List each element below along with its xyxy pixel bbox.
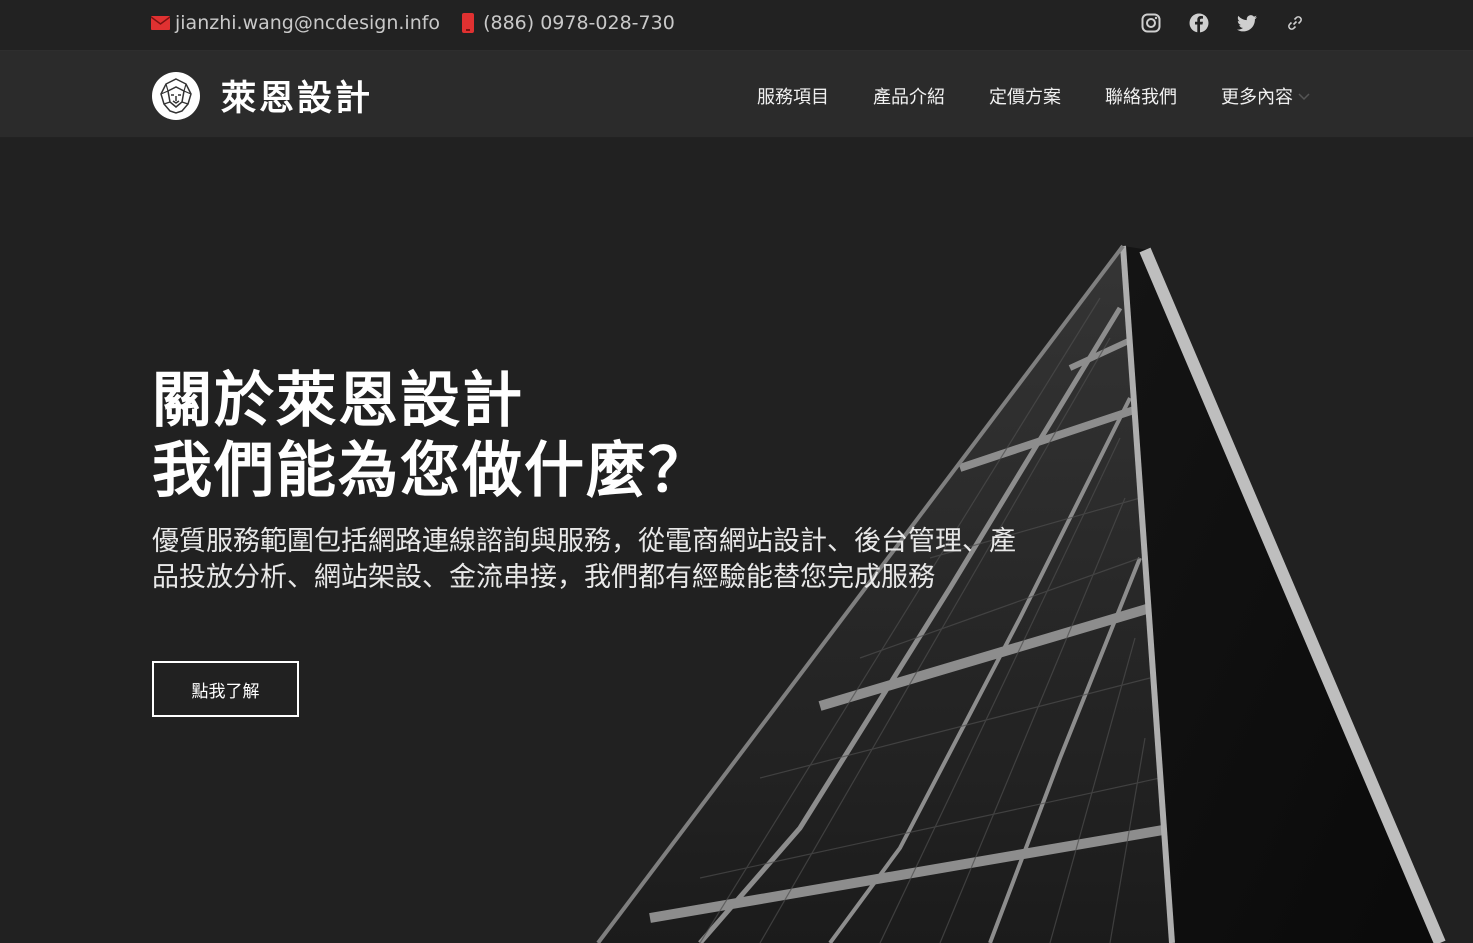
instagram-icon[interactable] [1141,13,1161,33]
nav-menu: 服務項目 產品介紹 定價方案 聯絡我們 更多內容 [757,83,1311,109]
nav-item-services[interactable]: 服務項目 [757,83,829,109]
link-icon[interactable] [1285,13,1305,33]
brand-home-link[interactable]: 萊恩設計 [152,70,373,121]
email-text: jianzhi.wang@ncdesign.info [175,12,441,34]
twitter-icon[interactable] [1237,13,1257,33]
facebook-icon[interactable] [1189,13,1209,33]
nav-item-contact[interactable]: 聯絡我們 [1105,83,1177,109]
main-navbar: 萊恩設計 服務項目 產品介紹 定價方案 聯絡我們 更多內容 [0,51,1473,137]
envelope-icon [151,16,170,30]
lion-logo-icon [152,71,200,120]
nav-more-label: 更多內容 [1221,87,1293,108]
social-links [1141,13,1305,33]
top-bar: jianzhi.wang@ncdesign.info (886) 0978-02… [0,0,1473,51]
contact-info: jianzhi.wang@ncdesign.info (886) 0978-02… [151,12,695,34]
hero-title-line2: 我們能為您做什麼？ [152,436,710,506]
chevron-down-icon [1293,91,1311,101]
nav-item-more[interactable]: 更多內容 [1221,83,1311,109]
hero-title-line1: 關於萊恩設計 [152,366,524,436]
nav-item-products[interactable]: 產品介紹 [873,83,945,109]
phone-link[interactable]: (886) 0978-028-730 [460,12,675,34]
brand-name: 萊恩設計 [221,79,374,119]
hero-section: 關於萊恩設計 我們能為您做什麼？ 優質服務範圍包括網路連線諮詢與服務，從電商網站… [0,138,1473,943]
email-link[interactable]: jianzhi.wang@ncdesign.info [151,12,440,34]
hero-title: 關於萊恩設計 我們能為您做什麼？ [152,366,1052,506]
phone-text: (886) 0978-028-730 [483,12,675,34]
hero-content: 關於萊恩設計 我們能為您做什麼？ 優質服務範圍包括網路連線諮詢與服務，從電商網站… [152,366,1052,596]
phone-icon [462,13,475,33]
hero-description: 優質服務範圍包括網路連線諮詢與服務，從電商網站設計、後台管理、產品投放分析、網站… [152,526,1016,593]
learn-more-button[interactable]: 點我了解 [152,661,299,717]
nav-item-pricing[interactable]: 定價方案 [989,83,1061,109]
